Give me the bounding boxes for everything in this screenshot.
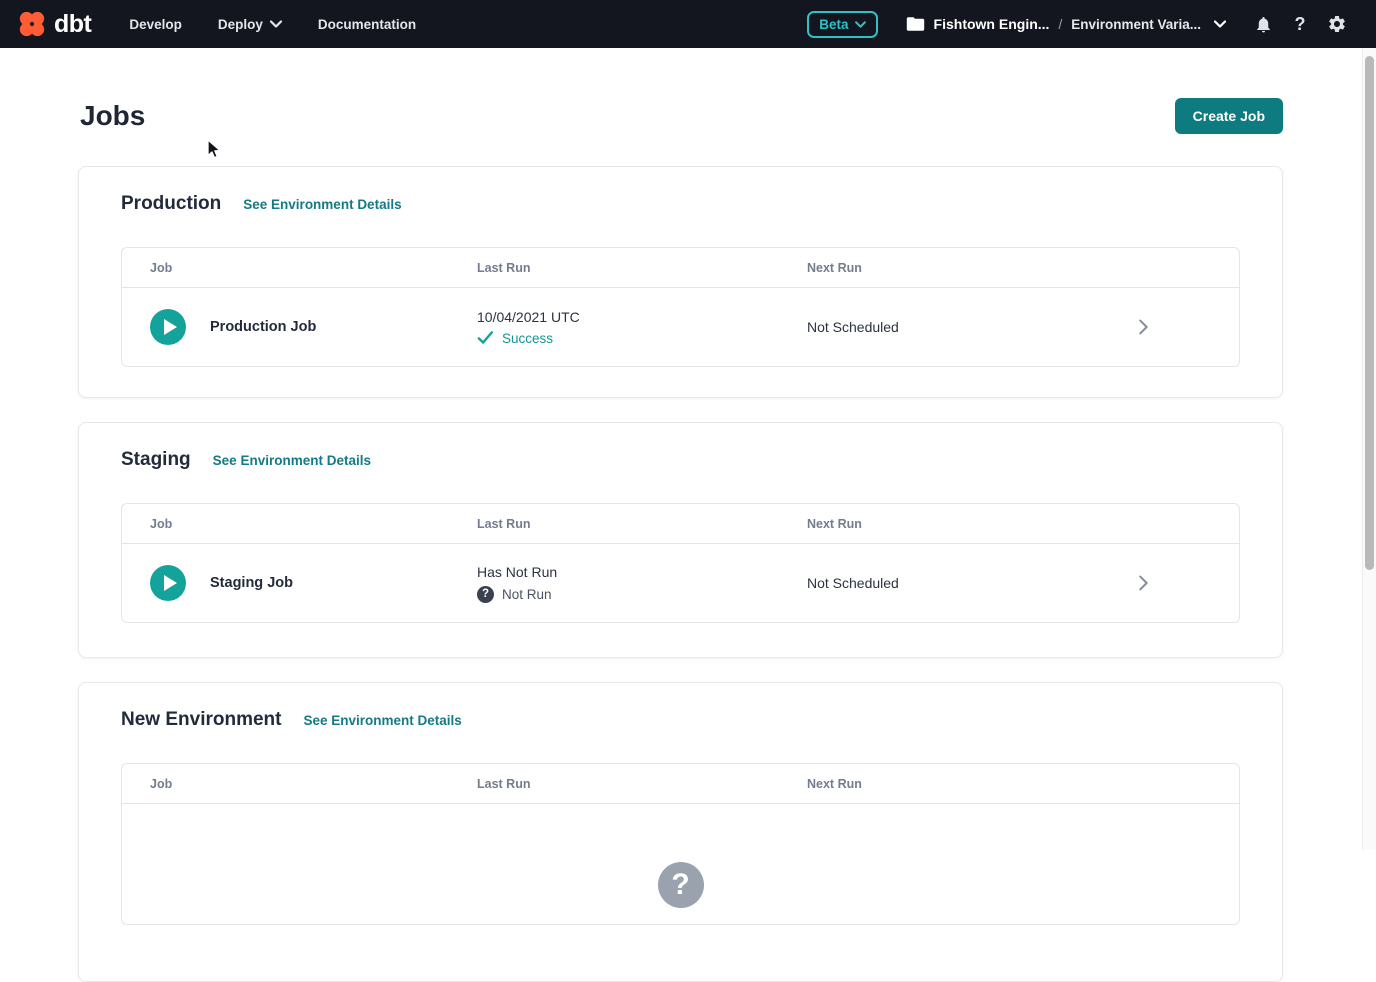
last-run-date: Has Not Run	[477, 564, 807, 580]
breadcrumb[interactable]: Fishtown Engin... / Environment Varia...	[906, 16, 1226, 32]
scrollbar-thumb[interactable]	[1365, 56, 1374, 570]
question-icon: ?	[477, 586, 494, 603]
play-icon	[164, 575, 177, 591]
chevron-right-icon[interactable]	[1132, 572, 1154, 594]
nav-links: Develop Deploy Documentation	[129, 17, 416, 32]
folder-icon	[906, 16, 925, 32]
chevron-down-icon	[855, 21, 866, 28]
nav-documentation[interactable]: Documentation	[318, 17, 416, 32]
nav-deploy[interactable]: Deploy	[218, 17, 282, 32]
job-table: Job Last Run Next Run Production Job 10/…	[121, 247, 1240, 367]
play-icon	[164, 319, 177, 335]
page-title: Jobs	[80, 100, 145, 132]
bell-icon[interactable]	[1252, 13, 1274, 35]
see-environment-details-link[interactable]: See Environment Details	[213, 453, 371, 468]
nav-develop[interactable]: Develop	[129, 17, 182, 32]
job-table: Job Last Run Next Run Staging Job Has No…	[121, 503, 1240, 623]
table-header-row: Job Last Run Next Run	[122, 248, 1239, 288]
see-environment-details-link[interactable]: See Environment Details	[243, 197, 401, 212]
job-row-staging[interactable]: Staging Job Has Not Run ? Not Run Not Sc…	[122, 544, 1239, 622]
nav-icons: ?	[1252, 13, 1348, 35]
status-badge: Not Run	[502, 587, 552, 602]
beta-dropdown[interactable]: Beta	[807, 11, 877, 38]
env-card-staging: Staging See Environment Details Job Last…	[78, 422, 1283, 658]
env-card-new-environment: New Environment See Environment Details …	[78, 682, 1283, 982]
title-row: Jobs Create Job	[80, 98, 1283, 134]
column-header-last-run: Last Run	[477, 777, 807, 791]
nav-right: Beta Fishtown Engin... / Environment Var…	[807, 11, 1348, 38]
table-header-row: Job Last Run Next Run	[122, 504, 1239, 544]
column-header-next-run: Next Run	[807, 777, 1089, 791]
column-header-next-run: Next Run	[807, 261, 1089, 275]
brand-name: dbt	[54, 10, 91, 39]
job-row-production[interactable]: Production Job 10/04/2021 UTC Success No…	[122, 288, 1239, 366]
create-job-button[interactable]: Create Job	[1175, 98, 1283, 134]
dbt-logo[interactable]: dbt	[16, 8, 91, 40]
table-header-row: Job Last Run Next Run	[122, 764, 1239, 804]
next-run-value: Not Scheduled	[807, 319, 1089, 335]
next-run-value: Not Scheduled	[807, 575, 1089, 591]
empty-state: ?	[122, 804, 1239, 924]
job-name: Staging Job	[210, 575, 293, 591]
env-card-production: Production See Environment Details Job L…	[78, 166, 1283, 398]
job-name: Production Job	[210, 319, 316, 335]
help-icon[interactable]: ?	[1289, 13, 1311, 35]
column-header-next-run: Next Run	[807, 517, 1089, 531]
run-job-button[interactable]	[150, 309, 186, 345]
scrollbar-track[interactable]	[1362, 48, 1376, 850]
last-run-date: 10/04/2021 UTC	[477, 309, 807, 325]
breadcrumb-org: Fishtown Engin...	[934, 16, 1050, 32]
column-header-last-run: Last Run	[477, 261, 807, 275]
check-icon	[477, 331, 494, 345]
gear-icon[interactable]	[1326, 13, 1348, 35]
question-icon: ?	[658, 862, 704, 908]
run-job-button[interactable]	[150, 565, 186, 601]
column-header-job: Job	[122, 517, 477, 531]
column-header-job: Job	[122, 777, 477, 791]
chevron-down-icon	[1214, 20, 1226, 28]
env-name: Staging	[121, 449, 191, 471]
env-name: New Environment	[121, 709, 281, 731]
column-header-last-run: Last Run	[477, 517, 807, 531]
chevron-right-icon[interactable]	[1132, 316, 1154, 338]
status-badge: Success	[502, 331, 553, 346]
dbt-logo-icon	[16, 8, 48, 40]
job-table: Job Last Run Next Run ?	[121, 763, 1240, 925]
breadcrumb-page: Environment Varia...	[1071, 17, 1201, 32]
see-environment-details-link[interactable]: See Environment Details	[303, 713, 461, 728]
top-nav: dbt Develop Deploy Documentation Beta Fi…	[0, 0, 1376, 48]
breadcrumb-separator: /	[1058, 17, 1062, 32]
env-name: Production	[121, 193, 221, 215]
column-header-job: Job	[122, 261, 477, 275]
main-content: Jobs Create Job Production See Environme…	[0, 48, 1362, 850]
chevron-down-icon	[270, 20, 282, 28]
